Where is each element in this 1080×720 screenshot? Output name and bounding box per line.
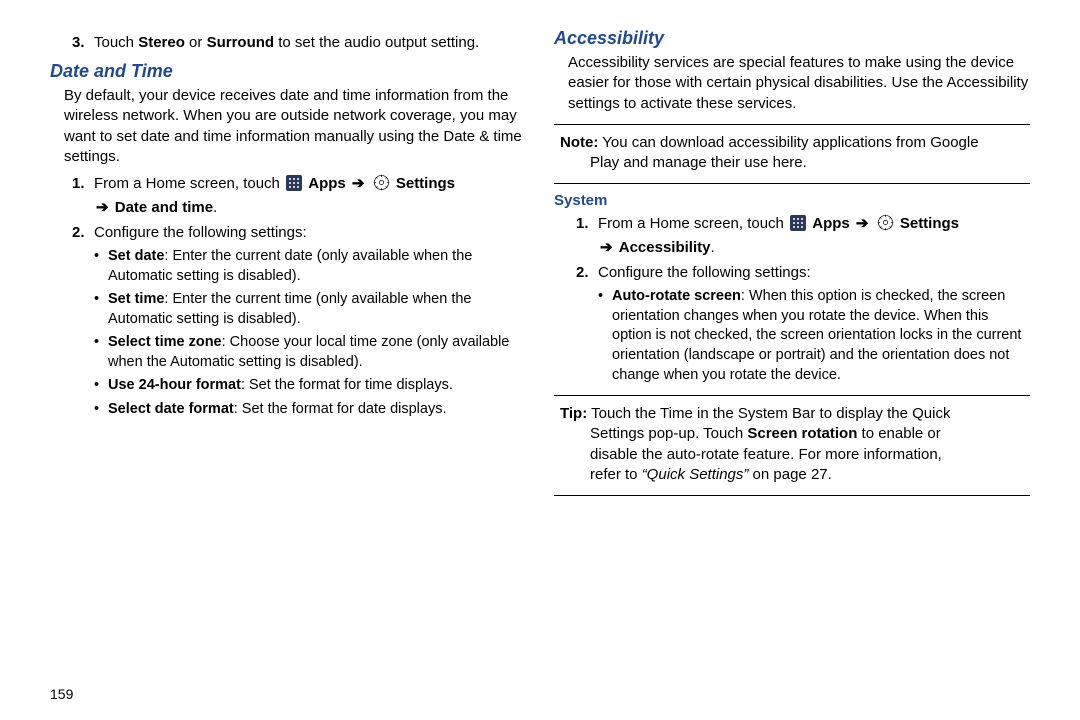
bullet-icon: • [94,400,108,420]
bullet-icon: • [598,287,612,307]
text-line: Settings pop-up. Touch Screen rotation t… [560,424,1030,444]
list-body: Set time: Enter the current time (only a… [108,290,526,329]
bullet-icon: • [94,333,108,353]
text: From a Home screen, touch [94,175,284,192]
bold-text: Settings [900,215,959,232]
text-line: refer to “Quick Settings” on page 27. [560,465,1030,485]
tip-label: Tip: [560,405,587,422]
bullet-icon: • [94,376,108,396]
list-body: From a Home screen, touch Apps ➔ Setting… [94,173,526,218]
manual-page: 3. Touch Stereo or Surround to set the a… [0,0,1080,720]
bullet-icon: • [94,290,108,310]
list-number: 3. [72,32,94,53]
arrow-icon: ➔ [350,175,367,192]
cross-reference: “Quick Settings” [642,466,749,483]
bold-text: Apps [308,175,346,192]
list-item: • Set date: Enter the current date (only… [94,247,526,286]
list-item: 1. From a Home screen, touch Apps ➔ Sett… [576,213,1030,258]
bold-text: Use 24-hour format [108,377,241,393]
list-body: From a Home screen, touch Apps ➔ Setting… [598,213,1030,258]
settings-gear-icon [373,174,390,197]
text: : Set the format for time displays. [241,377,453,393]
bold-text: Auto-rotate screen [612,288,741,304]
bold-text: Apps [812,215,850,232]
list-body: Select date format: Set the format for d… [108,400,526,420]
paragraph: Accessibility services are special featu… [568,53,1030,114]
list-body: Configure the following settings: [598,262,1030,283]
list-number: 2. [576,262,598,283]
bold-text: Set date [108,248,164,264]
list-body: Use 24-hour format: Set the format for t… [108,376,526,396]
settings-gear-icon [877,214,894,237]
text: Settings pop-up. Touch [590,425,747,442]
left-column: 3. Touch Stereo or Surround to set the a… [36,28,540,700]
list-item: • Select date format: Set the format for… [94,400,526,420]
bold-text: Surround [207,34,275,51]
apps-grid-icon [790,215,806,231]
list-body: Touch Stereo or Surround to set the audi… [94,32,526,53]
right-column: Accessibility Accessibility services are… [540,28,1044,700]
text: Touch the Time in the System Bar to disp… [587,405,950,422]
text: Play and manage their use here. [560,153,1030,173]
divider [554,124,1030,125]
tip-block: Tip: Touch the Time in the System Bar to… [554,404,1030,485]
text: . [710,239,714,256]
bold-text: Settings [396,175,455,192]
text: . [213,199,217,216]
list-item: 2. Configure the following settings: [72,222,526,243]
text: to set the audio output setting. [274,34,479,51]
bold-text: Accessibility [619,239,711,256]
bold-text: Date and time [115,199,213,216]
bold-text: Select time zone [108,334,222,350]
page-number: 159 [50,686,73,702]
list-item: 2. Configure the following settings: [576,262,1030,283]
divider [554,495,1030,496]
list-item: • Set time: Enter the current time (only… [94,290,526,329]
bold-text: Set time [108,291,164,307]
subheading-system: System [554,192,1030,209]
text: Touch [94,34,138,51]
list-item: 3. Touch Stereo or Surround to set the a… [72,32,526,53]
text: refer to [590,466,642,483]
section-heading-accessibility: Accessibility [554,28,1030,49]
note-label: Note: [560,134,598,151]
divider [554,183,1030,184]
text: to enable or [857,425,940,442]
arrow-icon: ➔ [94,199,111,216]
list-item: • Select time zone: Choose your local ti… [94,333,526,372]
text: From a Home screen, touch [598,215,788,232]
list-body: Auto-rotate screen: When this option is … [612,287,1030,385]
bold-text: Select date format [108,401,234,417]
list-body: Configure the following settings: [94,222,526,243]
list-item: 1. From a Home screen, touch Apps ➔ Sett… [72,173,526,218]
list-item: • Use 24-hour format: Set the format for… [94,376,526,396]
list-body: Select time zone: Choose your local time… [108,333,526,372]
bold-text: Screen rotation [747,425,857,442]
list-body: Set date: Enter the current date (only a… [108,247,526,286]
list-number: 1. [576,213,598,234]
text: : Set the format for date displays. [234,401,447,417]
arrow-icon: ➔ [854,215,871,232]
list-number: 2. [72,222,94,243]
note-block: Note: You can download accessibility app… [554,133,1030,174]
list-number: 1. [72,173,94,194]
divider [554,395,1030,396]
text: disable the auto-rotate feature. For mor… [560,445,1030,465]
bullet-icon: • [94,247,108,267]
section-heading-date-time: Date and Time [50,61,526,82]
arrow-icon: ➔ [598,239,615,256]
bold-text: Stereo [138,34,185,51]
text: You can download accessibility applicati… [598,134,978,151]
text: on page 27. [748,466,831,483]
paragraph: By default, your device receives date an… [64,86,526,167]
text: or [185,34,207,51]
apps-grid-icon [286,175,302,191]
list-item: • Auto-rotate screen: When this option i… [598,287,1030,385]
